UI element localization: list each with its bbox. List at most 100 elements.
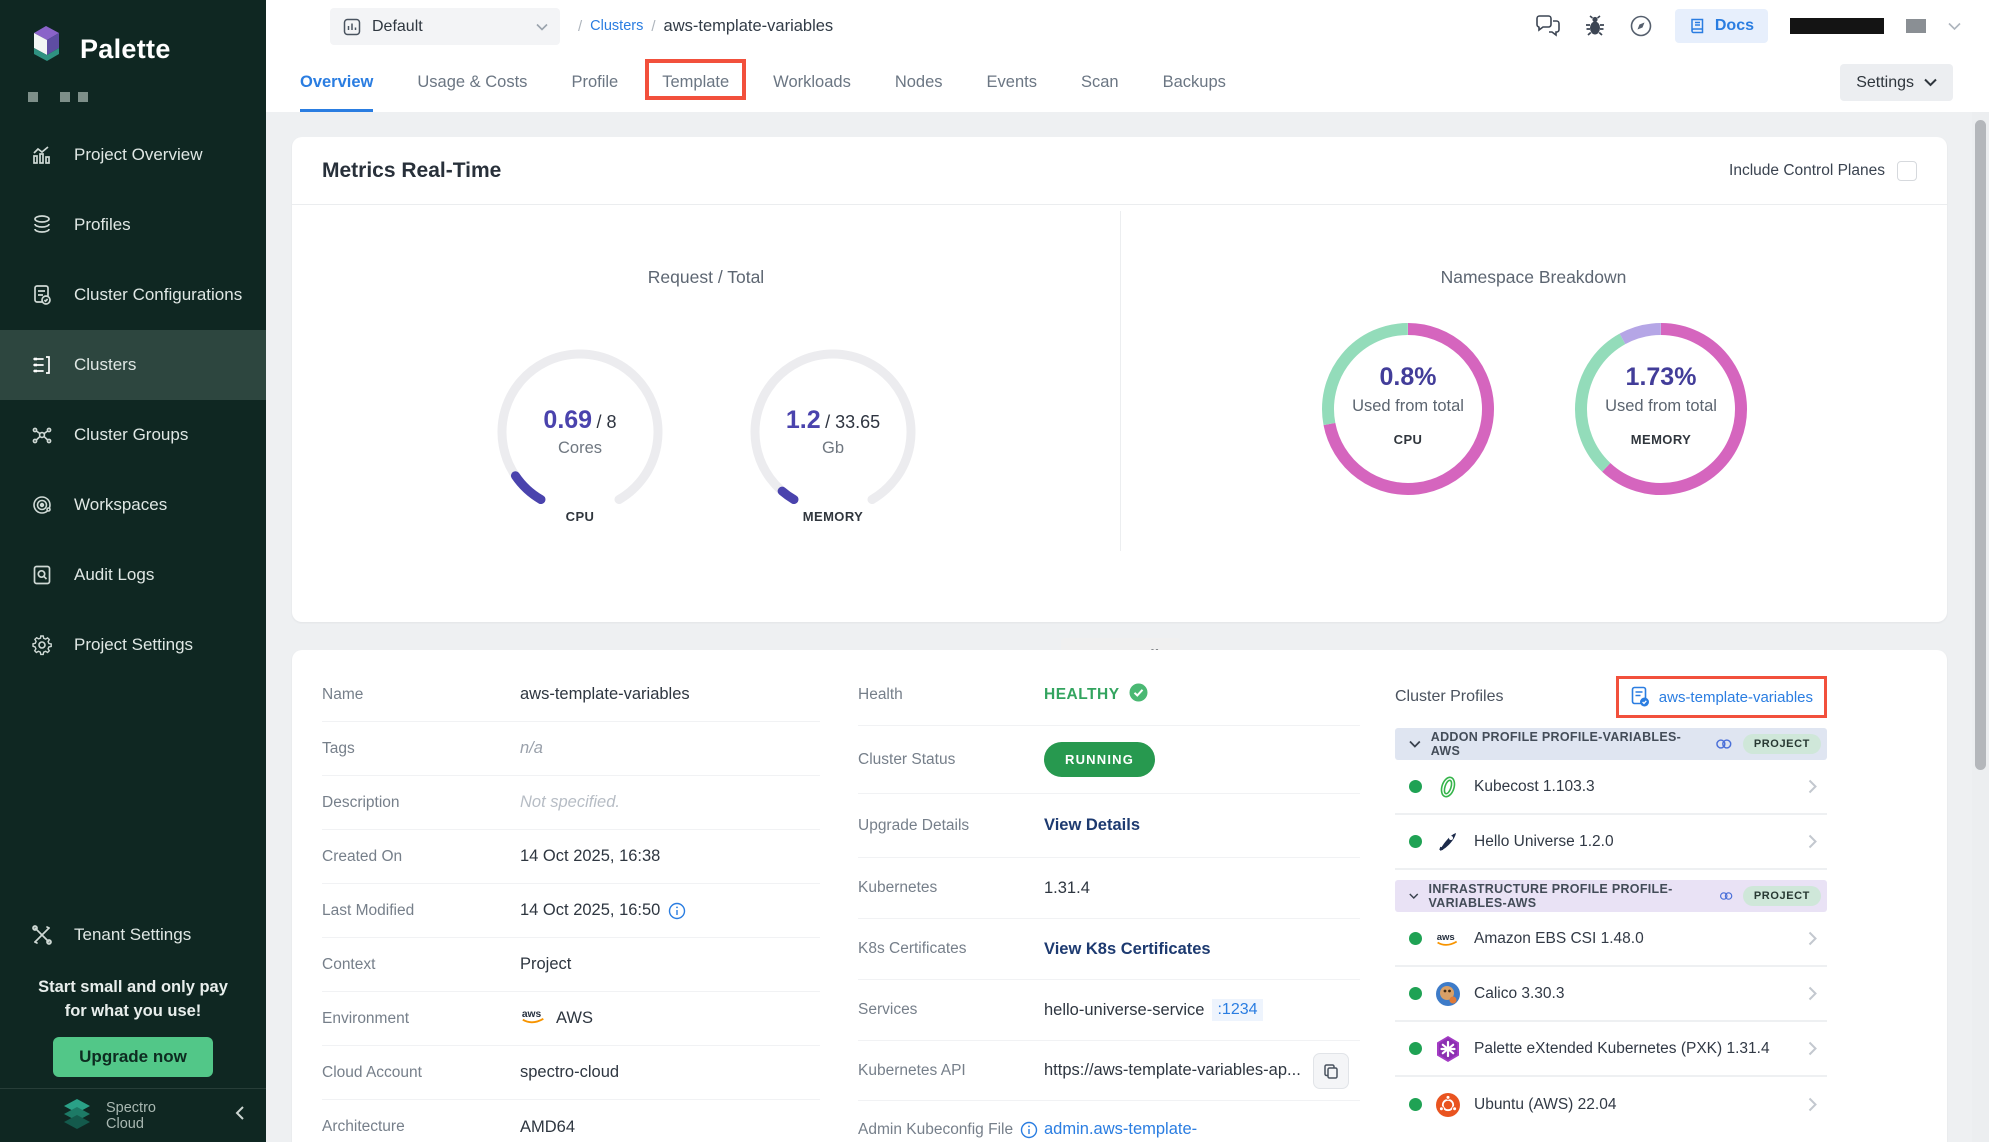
- svg-text:aws: aws: [1437, 931, 1455, 942]
- svg-text:aws: aws: [522, 1009, 542, 1020]
- cluster-profile-link[interactable]: aws-template-variables: [1616, 676, 1827, 718]
- status-dot: [1409, 835, 1422, 848]
- tab-template[interactable]: Template: [662, 52, 729, 112]
- avatar[interactable]: [1906, 19, 1926, 33]
- brand-name: Palette: [80, 34, 171, 65]
- sidebar-item-project-settings[interactable]: Project Settings: [0, 610, 266, 680]
- sidebar-item-profiles[interactable]: Profiles: [0, 190, 266, 260]
- detail-row-name: Nameaws-template-variables: [322, 668, 820, 722]
- metrics-card: Metrics Real-Time Include Control Planes…: [292, 137, 1947, 622]
- sidebar: Palette Project Overview Profiles Clus: [0, 0, 266, 1142]
- sidebar-item-audit-logs[interactable]: Audit Logs: [0, 540, 266, 610]
- user-menu-chevron-icon[interactable]: [1948, 22, 1961, 31]
- chevron-right-icon: [1808, 1041, 1817, 1056]
- view-k8s-certificates-link[interactable]: View K8s Certificates: [1044, 940, 1211, 959]
- status-row-admin-kubeconfig: Admin Kubeconfig File admin.aws-template…: [858, 1101, 1360, 1142]
- status-row-kubernetes-api: Kubernetes API https://aws-template-vari…: [858, 1041, 1360, 1101]
- aws-icon: aws: [1435, 926, 1461, 952]
- tab-backups[interactable]: Backups: [1163, 52, 1226, 112]
- info-icon[interactable]: [1020, 1121, 1038, 1139]
- ubuntu-icon: [1435, 1092, 1461, 1118]
- service-port-link[interactable]: :1234: [1212, 999, 1262, 1021]
- memory-gauge: 1.2 / 33.65 Gb MEMORY: [745, 344, 921, 524]
- chevron-down-icon: [536, 18, 548, 36]
- request-total-title: Request / Total: [292, 267, 1120, 288]
- pack-item-hello-universe[interactable]: Hello Universe 1.2.0: [1395, 815, 1827, 870]
- memory-namespace-donut: 1.73% Used from total MEMORY: [1569, 317, 1753, 501]
- admin-kubeconfig-link[interactable]: admin.aws-template-: [1044, 1120, 1197, 1139]
- tab-nodes[interactable]: Nodes: [895, 52, 943, 112]
- settings-button[interactable]: Settings: [1840, 64, 1953, 101]
- pack-item-pxk[interactable]: Palette eXtended Kubernetes (PXK) 1.31.4: [1395, 1022, 1827, 1077]
- sidebar-item-tenant-settings[interactable]: Tenant Settings: [0, 900, 266, 970]
- copy-button[interactable]: [1313, 1053, 1349, 1089]
- tools-icon: [30, 923, 54, 947]
- tab-usage-costs[interactable]: Usage & Costs: [417, 52, 527, 112]
- view-details-link[interactable]: View Details: [1044, 816, 1140, 835]
- explore-compass-icon[interactable]: [1629, 14, 1653, 38]
- upgrade-now-button[interactable]: Upgrade now: [53, 1037, 213, 1077]
- feedback-chat-icon[interactable]: [1535, 15, 1561, 37]
- include-control-planes-label: Include Control Planes: [1729, 162, 1885, 180]
- chevron-right-icon: [1808, 931, 1817, 946]
- sidebar-item-clusters[interactable]: Clusters: [0, 330, 266, 400]
- pack-item-calico[interactable]: Calico 3.30.3: [1395, 967, 1827, 1022]
- sidebar-item-cluster-groups[interactable]: Cluster Groups: [0, 400, 266, 470]
- pack-item-ubuntu[interactable]: Ubuntu (AWS) 22.04: [1395, 1077, 1827, 1132]
- status-row-cluster-status: Cluster Status RUNNING: [858, 726, 1360, 794]
- sidebar-item-workspaces[interactable]: Workspaces: [0, 470, 266, 540]
- profile-doc-icon: [1630, 686, 1650, 708]
- sidebar-item-project-overview[interactable]: Project Overview: [0, 120, 266, 190]
- running-status-badge[interactable]: RUNNING: [1044, 742, 1155, 777]
- docs-button[interactable]: Docs: [1675, 9, 1768, 43]
- project-selector-value: Default: [372, 18, 423, 36]
- chevron-right-icon: [1808, 779, 1817, 794]
- clusters-icon: [30, 353, 54, 377]
- detail-row-context: ContextProject: [322, 938, 820, 992]
- bug-report-icon[interactable]: [1583, 14, 1607, 38]
- tab-overview[interactable]: Overview: [300, 52, 373, 112]
- status-column: Health HEALTHY Cluster Status RUNNING Up…: [858, 664, 1360, 1142]
- promo-text-line1: Start small and only pay: [0, 975, 266, 999]
- detail-row-architecture: ArchitectureAMD64: [322, 1100, 820, 1142]
- nodes-icon: [30, 423, 54, 447]
- breadcrumb-current: aws-template-variables: [664, 17, 834, 36]
- cluster-profiles-label: Cluster Profiles: [1395, 688, 1503, 706]
- footer-brand: Spectro Cloud: [106, 1100, 156, 1132]
- namespace-breakdown-title: Namespace Breakdown: [1120, 267, 1947, 288]
- breadcrumb-clusters-link[interactable]: Clusters: [590, 18, 643, 34]
- pack-item-kubecost[interactable]: Kubecost 1.103.3: [1395, 760, 1827, 815]
- memory-gauge-label: MEMORY: [745, 509, 921, 524]
- infrastructure-profile-header[interactable]: INFRASTRUCTURE PROFILE PROFILE-VARIABLES…: [1395, 880, 1827, 912]
- sidebar-item-cluster-configurations[interactable]: Cluster Configurations: [0, 260, 266, 330]
- project-selector[interactable]: Default: [330, 8, 560, 45]
- addon-profile-header[interactable]: ADDON PROFILE PROFILE-VARIABLES-AWS PROJ…: [1395, 728, 1827, 760]
- scrollbar-thumb[interactable]: [1975, 120, 1986, 770]
- check-circle-icon: [1128, 682, 1149, 708]
- sidebar-collapse-chevron[interactable]: [234, 1104, 246, 1127]
- details-column: Nameaws-template-variables Tagsn/a Descr…: [322, 668, 820, 1142]
- layers-icon: [30, 213, 54, 237]
- include-control-planes-checkbox[interactable]: [1897, 161, 1917, 181]
- brand-squares: [28, 92, 266, 102]
- info-icon[interactable]: [668, 902, 686, 920]
- promo-text-line2: for what you use!: [0, 999, 266, 1023]
- project-badge: PROJECT: [1743, 886, 1821, 906]
- status-row-kubernetes: Kubernetes 1.31.4: [858, 858, 1360, 919]
- metrics-title: Metrics Real-Time: [322, 159, 501, 183]
- app-root: Palette Project Overview Profiles Clus: [0, 0, 1989, 1142]
- tab-workloads[interactable]: Workloads: [773, 52, 851, 112]
- detail-row-cloud-account: Cloud Accountspectro-cloud: [322, 1046, 820, 1100]
- pxk-icon: [1435, 1036, 1461, 1062]
- chevron-right-icon: [1808, 986, 1817, 1001]
- cpu-gauge-label: CPU: [492, 509, 668, 524]
- aws-icon: aws: [520, 1006, 548, 1031]
- tab-scan[interactable]: Scan: [1081, 52, 1119, 112]
- detail-row-created-on: Created On14 Oct 2025, 16:38: [322, 830, 820, 884]
- tab-events[interactable]: Events: [987, 52, 1037, 112]
- tab-profile[interactable]: Profile: [571, 52, 618, 112]
- palette-logo-icon: [26, 24, 66, 74]
- pack-item-amazon-ebs-csi[interactable]: aws Amazon EBS CSI 1.48.0: [1395, 912, 1827, 967]
- tabsbar: Overview Usage & Costs Profile Template …: [266, 52, 1989, 112]
- status-dot: [1409, 987, 1422, 1000]
